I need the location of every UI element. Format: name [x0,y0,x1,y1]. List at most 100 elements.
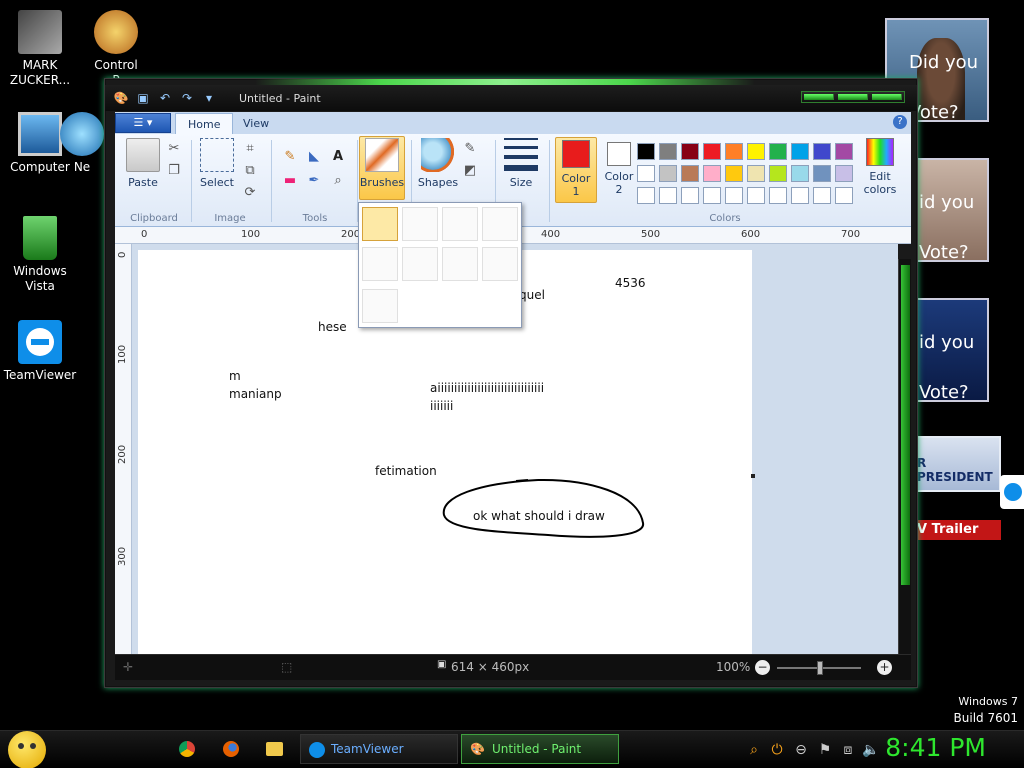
firefox-icon[interactable] [223,741,239,757]
minus-circle-icon[interactable]: ⊖ [792,741,810,759]
scrollbar-thumb[interactable] [901,265,910,585]
brush-option-marker[interactable] [442,247,478,281]
size-button[interactable]: Size [499,138,543,189]
palette-swatch[interactable] [681,143,699,160]
palette-swatch[interactable] [681,187,699,204]
search-icon[interactable]: ⌕ [745,741,763,759]
power-icon[interactable]: ⏻ [768,741,786,759]
folder-icon[interactable] [266,742,283,756]
palette-swatch[interactable] [725,187,743,204]
palette-swatch[interactable] [747,187,765,204]
resize-icon[interactable]: ⧉ [241,162,259,180]
os-watermark-line2: Build 7601 [953,711,1018,725]
paint-app-icon[interactable]: 🎨 [113,90,129,106]
palette-swatch[interactable] [659,143,677,160]
palette-swatch[interactable] [637,187,655,204]
help-icon[interactable]: ? [893,115,907,129]
zoom-slider-thumb[interactable] [817,661,823,675]
palette-swatch[interactable] [813,143,831,160]
edit-colors-button[interactable]: Edit colors [857,138,903,196]
shapes-button[interactable]: Shapes [415,138,461,189]
palette-swatch[interactable] [769,187,787,204]
title-bar[interactable]: 🎨 ▣ ↶ ↷ ▾ Untitled - Paint [105,85,917,111]
palette-swatch[interactable] [769,143,787,160]
brush-option-oil[interactable] [362,247,398,281]
brush-option-pencil[interactable] [482,247,518,281]
palette-swatch[interactable] [747,143,765,160]
palette-swatch[interactable] [791,143,809,160]
palette-swatch[interactable] [725,165,743,182]
taskbar-button-teamviewer[interactable]: TeamViewer [300,734,458,764]
tab-home[interactable]: Home [175,113,234,134]
palette-swatch[interactable] [637,165,655,182]
minimize-button[interactable] [804,94,834,100]
fill-shape-icon[interactable]: ◩ [461,162,479,180]
color2-button[interactable]: Color 2 [599,140,639,196]
palette-swatch[interactable] [681,165,699,182]
desktop-icon-mark-zucker[interactable]: MARK ZUCKER... [0,10,80,88]
text-icon[interactable]: A [329,148,347,166]
close-button[interactable] [872,94,902,100]
brush-option-watercolor[interactable] [362,289,398,323]
brush-option-airbrush[interactable] [482,207,518,241]
outline-icon[interactable]: ✎ [461,140,479,158]
palette-swatch[interactable] [791,165,809,182]
palette-swatch[interactable] [747,165,765,182]
zoom-in-button[interactable]: + [877,660,892,675]
control-panel-icon [94,10,138,54]
brush-option-brush[interactable] [362,207,398,241]
palette-swatch[interactable] [703,165,721,182]
flag-icon[interactable]: ⚑ [816,741,834,759]
start-button[interactable] [8,731,46,768]
taskbar-button-paint[interactable]: 🎨 Untitled - Paint [461,734,619,764]
save-icon[interactable]: ▣ [135,90,151,106]
desktop-icon-recycle-bin[interactable]: Windows Vista [0,216,80,294]
brush-option-calligraphy-1[interactable] [402,207,438,241]
canvas-resize-handle[interactable] [751,474,755,478]
crop-icon[interactable]: ⌗ [241,140,259,158]
desktop-icon-teamviewer[interactable]: TeamViewer [0,320,80,383]
color1-swatch [562,140,590,168]
palette-swatch[interactable] [835,143,853,160]
palette-swatch[interactable] [703,143,721,160]
color-picker-icon[interactable]: ✒ [305,172,323,190]
desktop-icon-control-panel[interactable]: Control P [76,10,156,88]
vertical-scrollbar[interactable] [898,259,911,654]
palette-swatch[interactable] [703,187,721,204]
volume-icon[interactable]: 🔈 [862,741,880,759]
rotate-icon[interactable]: ⟳ [241,184,259,202]
redo-icon[interactable]: ↷ [179,90,195,106]
zoom-out-button[interactable]: − [755,660,770,675]
select-button[interactable]: Select [195,138,239,189]
fill-icon[interactable]: ◣ [305,148,323,166]
palette-swatch[interactable] [791,187,809,204]
brush-option-calligraphy-2[interactable] [442,207,478,241]
palette-swatch[interactable] [659,187,677,204]
customize-qat-icon[interactable]: ▾ [201,90,217,106]
palette-swatch[interactable] [813,165,831,182]
paste-button[interactable]: Paste [121,138,165,189]
chrome-icon[interactable] [179,741,195,757]
brush-option-crayon[interactable] [402,247,438,281]
palette-swatch[interactable] [637,143,655,160]
eraser-icon[interactable]: ▬ [281,172,299,190]
teamviewer-side-tab[interactable] [1000,475,1024,509]
cut-icon[interactable]: ✂ [165,140,183,158]
magnifier-icon[interactable]: ⌕ [329,172,347,190]
palette-swatch[interactable] [835,165,853,182]
palette-swatch[interactable] [813,187,831,204]
maximize-button[interactable] [838,94,868,100]
palette-swatch[interactable] [835,187,853,204]
network-tray-icon[interactable]: ⧈ [839,741,857,759]
copy-icon[interactable]: ❐ [165,162,183,180]
pencil-icon[interactable]: ✎ [281,148,299,166]
undo-icon[interactable]: ↶ [157,90,173,106]
palette-swatch[interactable] [659,165,677,182]
paint-menu-button[interactable]: ☰ ▾ [115,113,171,133]
desktop-icon-network[interactable]: Ne [60,112,104,175]
palette-swatch[interactable] [725,143,743,160]
zoom-slider[interactable] [777,661,861,675]
palette-swatch[interactable] [769,165,787,182]
clock[interactable]: 8:41 PM [885,733,986,762]
tab-view[interactable]: View [231,113,281,134]
